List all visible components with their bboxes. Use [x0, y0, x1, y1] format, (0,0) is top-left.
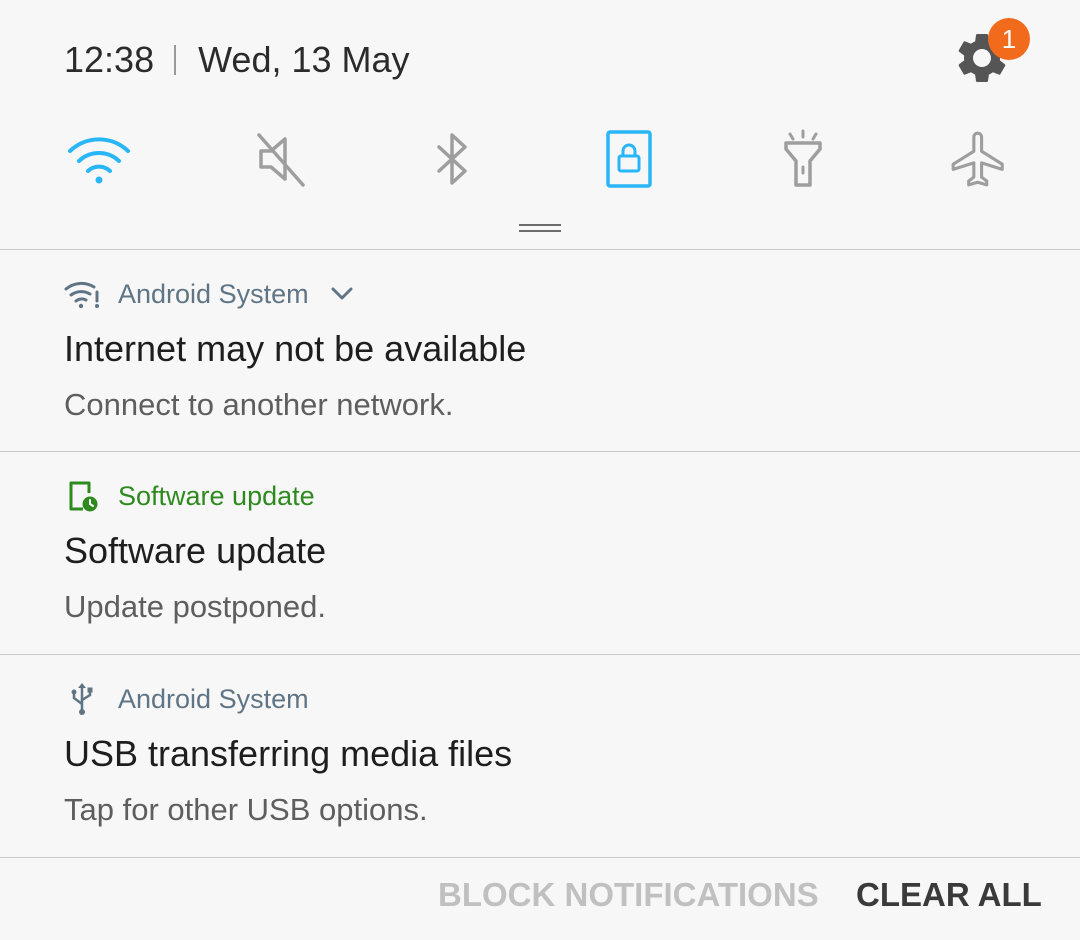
notification-title: USB transferring media files [64, 733, 513, 774]
notification-title: Internet may not be available [64, 328, 527, 369]
notification-title: Software update [64, 530, 327, 571]
notification-shade-header: 12:38 Wed, 13 May 1 [0, 0, 1080, 250]
notification-app-name: Android System [118, 683, 309, 714]
quick-toggle-bluetooth[interactable] [418, 126, 488, 192]
notification-card[interactable]: Android System Internet may not be avail… [0, 250, 1080, 452]
sound-mute-icon [257, 133, 305, 187]
quick-toggle-sound[interactable] [244, 126, 314, 192]
notification-card[interactable]: Software update Software update Update p… [0, 452, 1080, 654]
notification-app-row: Android System [64, 276, 353, 312]
clock: 12:38 [64, 39, 155, 80]
usb-icon [64, 681, 100, 717]
flashlight-icon [784, 129, 822, 187]
quick-toggle-flashlight[interactable] [768, 126, 838, 192]
notification-app-row: Android System [64, 681, 309, 717]
settings-badge: 1 [988, 18, 1030, 60]
notification-app-row: Software update [64, 478, 315, 514]
notification-body: Connect to another network. [64, 387, 454, 422]
date: Wed, 13 May [198, 39, 410, 80]
block-notifications-button[interactable]: BLOCK NOTIFICATIONS [438, 876, 819, 914]
screen-lock-icon [606, 130, 652, 188]
drag-handle[interactable] [519, 224, 561, 232]
status-row: 12:38 Wed, 13 May [64, 34, 410, 86]
clear-all-button[interactable]: CLEAR ALL [856, 876, 1042, 914]
separator [174, 45, 177, 75]
notification-app-name: Android System [118, 278, 309, 309]
wifi-warning-icon [64, 276, 100, 312]
quick-toggle-wifi[interactable] [64, 126, 134, 192]
notification-body: Update postponed. [64, 589, 326, 624]
notification-body: Tap for other USB options. [64, 792, 428, 827]
notification-card[interactable]: Android System USB transferring media fi… [0, 655, 1080, 857]
notification-app-name: Software update [118, 480, 315, 511]
expand-chevron-icon[interactable] [331, 287, 353, 301]
software-update-icon [64, 478, 100, 514]
quick-toggle-airplane[interactable] [944, 126, 1014, 192]
wifi-icon [68, 137, 130, 184]
bluetooth-icon [437, 133, 467, 185]
quick-toggle-screen-lock[interactable] [594, 126, 664, 192]
airplane-icon [951, 131, 1004, 187]
notification-footer: BLOCK NOTIFICATIONS CLEAR ALL [0, 858, 1080, 940]
